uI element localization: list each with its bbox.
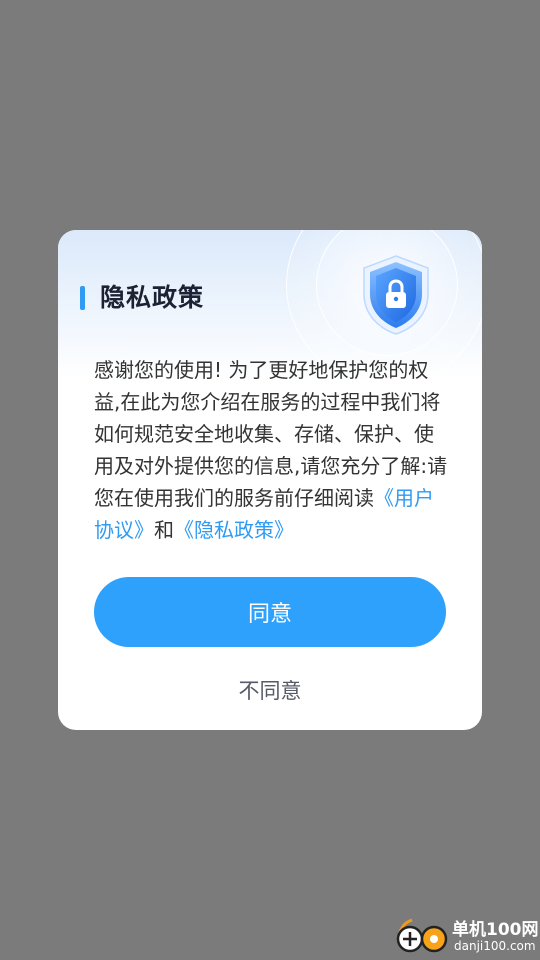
watermark-name: 单机100网 [452,920,539,940]
privacy-policy-link[interactable]: 《隐私政策》 [174,518,294,542]
dialog-title: 隐私政策 [100,283,205,312]
watermark-domain: danji100.com [454,939,536,953]
disagree-button[interactable]: 不同意 [94,670,446,710]
title-accent-bar [80,286,85,310]
privacy-dialog: 隐私政策 感谢您的使用! 为了更好地保护您的权益,在此为您介绍在服务的过程中我们… [58,230,482,730]
shield-lock-icon [363,255,429,335]
conjunction-text: 和 [154,518,174,542]
agree-button[interactable]: 同意 [94,577,446,647]
watermark-logo-icon [396,918,448,953]
site-watermark: 单机100网 danji100.com [392,912,540,960]
dialog-body-text: 感谢您的使用! 为了更好地保护您的权益,在此为您介绍在服务的过程中我们将如何规范… [94,354,450,546]
